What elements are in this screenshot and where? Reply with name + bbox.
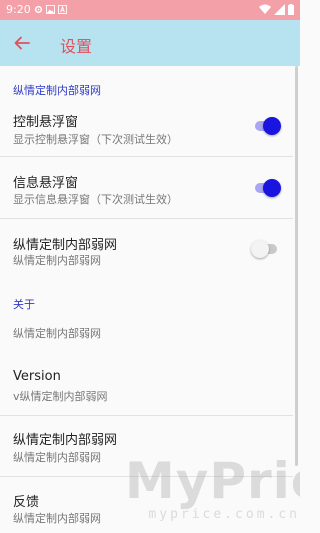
pref-title: Version xyxy=(13,369,61,384)
pref-summary: 显示控制悬浮窗（下次测试生效） xyxy=(13,133,178,146)
pref-summary: 显示信息悬浮窗（下次测试生效） xyxy=(13,193,178,206)
category-header-about: 关于 xyxy=(13,298,35,311)
pref-control-float[interactable]: 控制悬浮窗 显示控制悬浮窗（下次测试生效） xyxy=(0,106,293,156)
info-float-switch[interactable] xyxy=(251,179,281,197)
watermark-url: myprice.com.cn xyxy=(148,507,300,522)
watermark: MyPrice myprice.com.cn xyxy=(125,455,300,525)
pref-info-float[interactable]: 信息悬浮窗 显示信息悬浮窗（下次测试生效） xyxy=(0,166,293,216)
pref-about-desc[interactable]: 纵情定制内部弱网 xyxy=(0,316,293,350)
pref-title: 信息悬浮窗 xyxy=(13,176,79,191)
scrollbar[interactable] xyxy=(295,66,298,466)
pref-title: 纵情定制内部弱网 xyxy=(13,238,118,253)
system-icons xyxy=(259,4,294,15)
wifi-icon xyxy=(259,4,271,14)
watermark-logo: MyPrice xyxy=(125,455,300,510)
pref-summary: 纵情定制内部弱网 xyxy=(13,254,101,267)
page-title: 设置 xyxy=(60,37,93,56)
pref-summary: 纵情定制内部弱网 xyxy=(13,512,101,525)
status-time: 9:20 xyxy=(6,3,31,16)
pref-title: 反馈 xyxy=(13,495,40,510)
pref-summary: 纵情定制内部弱网 xyxy=(13,327,101,340)
signal-icon xyxy=(274,4,285,15)
battery-icon xyxy=(288,4,294,15)
control-float-switch[interactable] xyxy=(251,117,281,135)
status-bar: 9:20 xyxy=(0,0,300,20)
arrow-left-icon[interactable] xyxy=(12,33,32,53)
divider xyxy=(0,415,293,416)
weak-net-switch[interactable] xyxy=(251,240,281,258)
divider xyxy=(0,218,293,219)
pref-title: 控制悬浮窗 xyxy=(13,115,79,130)
image-icon xyxy=(46,5,55,14)
pref-summary: 纵情定制内部弱网 xyxy=(13,451,101,464)
pref-title: 纵情定制内部弱网 xyxy=(13,433,118,448)
pref-version[interactable]: Version v纵情定制内部弱网 xyxy=(0,360,293,408)
a-icon xyxy=(58,5,67,14)
settings-icon xyxy=(34,5,43,14)
pref-summary: v纵情定制内部弱网 xyxy=(13,390,108,403)
app-toolbar: 设置 xyxy=(0,20,300,66)
divider xyxy=(0,156,293,157)
category-header: 纵情定制内部弱网 xyxy=(13,84,101,97)
pref-weak-net[interactable]: 纵情定制内部弱网 纵情定制内部弱网 xyxy=(0,228,293,276)
